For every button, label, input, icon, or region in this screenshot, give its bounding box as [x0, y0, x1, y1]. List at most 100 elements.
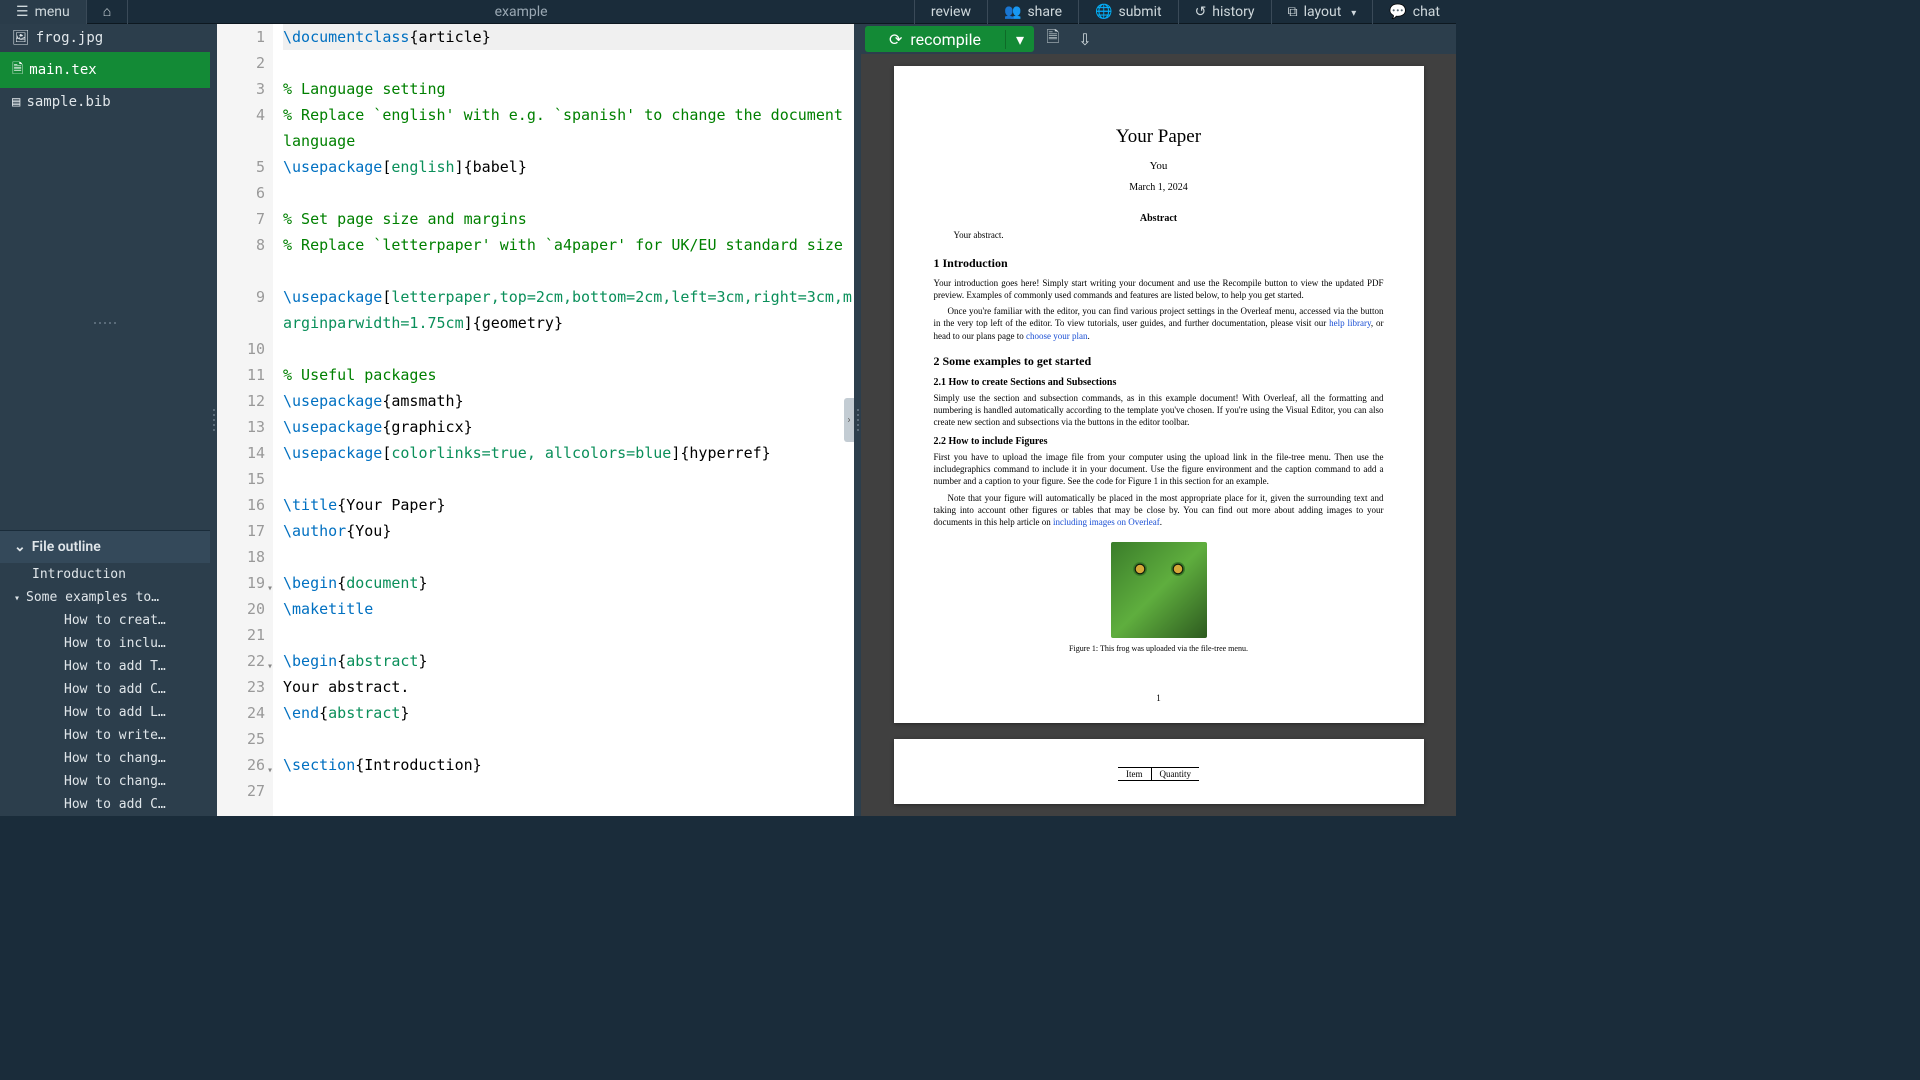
- download-button[interactable]: ⇩: [1072, 26, 1098, 52]
- file-item-main-tex[interactable]: 🗎main.tex: [0, 52, 210, 88]
- fold-marker[interactable]: ▾: [267, 654, 273, 680]
- fold-marker[interactable]: ▾: [267, 758, 273, 784]
- gutter-line: 20: [217, 596, 265, 622]
- pdf-paragraph: Once you're familiar with the editor, yo…: [934, 305, 1384, 341]
- fold-marker[interactable]: ▾: [267, 576, 273, 602]
- code-line[interactable]: % Language setting: [283, 76, 854, 102]
- gutter-line: 9: [217, 284, 265, 336]
- recompile-button[interactable]: ⟳ recompile: [865, 30, 1005, 49]
- menu-icon: ☰: [16, 4, 29, 20]
- vertical-splitter-right[interactable]: [854, 24, 861, 816]
- gutter-line: 25: [217, 726, 265, 752]
- project-title: example: [128, 4, 914, 20]
- outline-item[interactable]: How to add C…: [0, 793, 210, 816]
- recompile-dropdown[interactable]: ▾: [1005, 30, 1034, 49]
- chevron-down-icon: ⌄: [14, 539, 26, 555]
- pdf-link-choose-plan[interactable]: choose your plan: [1026, 331, 1087, 341]
- code-line[interactable]: \documentclass{article}: [283, 24, 854, 50]
- code-area[interactable]: \documentclass{article} % Language setti…: [273, 24, 854, 816]
- gutter-line: 7: [217, 206, 265, 232]
- pdf-section-2-heading: 2 Some examples to get started: [934, 354, 1384, 369]
- gutter-line: 11: [217, 362, 265, 388]
- outline-item[interactable]: How to add L…: [0, 701, 210, 724]
- code-line[interactable]: \maketitle: [283, 596, 854, 622]
- outline-header-label: File outline: [32, 539, 101, 555]
- chat-icon: 💬: [1389, 4, 1406, 20]
- review-button[interactable]: review: [914, 0, 987, 24]
- horizontal-splitter[interactable]: [0, 320, 210, 327]
- outline-item[interactable]: How to chang…: [0, 770, 210, 793]
- file-icon: 🗎: [1047, 26, 1060, 53]
- pdf-page-2: ItemQuantity: [894, 739, 1424, 804]
- gutter-line: 16: [217, 492, 265, 518]
- file-icon: 🗎: [12, 58, 23, 82]
- outline-item[interactable]: How to inclu…: [0, 632, 210, 655]
- editor-panel[interactable]: ‹ 12345678910111213141516171819▾202122▾2…: [217, 24, 854, 816]
- code-line[interactable]: [283, 778, 854, 804]
- code-line[interactable]: % Set page size and margins: [283, 206, 854, 232]
- outline-item[interactable]: Some examples to…: [0, 586, 210, 609]
- outline-item[interactable]: How to add C…: [0, 678, 210, 701]
- layout-icon: ⧉: [1288, 4, 1298, 20]
- code-line[interactable]: \author{You}: [283, 518, 854, 544]
- vertical-splitter-left[interactable]: [210, 24, 217, 816]
- recompile-label: recompile: [910, 30, 981, 49]
- outline-item[interactable]: How to write…: [0, 724, 210, 747]
- pdf-viewer[interactable]: Your Paper You March 1, 2024 Abstract Yo…: [861, 54, 1456, 816]
- code-line[interactable]: \usepackage[colorlinks=true, allcolors=b…: [283, 440, 854, 466]
- code-line[interactable]: \usepackage[english]{babel}: [283, 154, 854, 180]
- code-line[interactable]: \begin{document}: [283, 570, 854, 596]
- code-line[interactable]: Your abstract.: [283, 674, 854, 700]
- code-line[interactable]: \usepackage{amsmath}: [283, 388, 854, 414]
- code-line[interactable]: \usepackage[letterpaper,top=2cm,bottom=2…: [283, 284, 854, 336]
- pdf-abstract: Your abstract.: [934, 230, 1384, 240]
- history-button[interactable]: ↺history: [1178, 0, 1271, 24]
- pdf-link-images[interactable]: including images on Overleaf: [1053, 517, 1160, 527]
- code-line[interactable]: \title{Your Paper}: [283, 492, 854, 518]
- pdf-subsection-heading: 2.1 How to create Sections and Subsectio…: [934, 377, 1384, 388]
- chevron-down-icon: [1347, 4, 1356, 20]
- left-panel: 🖼frog.jpg🗎main.tex▤sample.bib ⌄ File out…: [0, 24, 210, 816]
- code-line[interactable]: [283, 466, 854, 492]
- pdf-figure: Figure 1: This frog was uploaded via the…: [934, 542, 1384, 653]
- pdf-toolbar: ⟳ recompile ▾ 🗎 ⇩: [861, 24, 1456, 54]
- history-icon: ↺: [1195, 4, 1207, 20]
- code-line[interactable]: \section{Introduction}: [283, 752, 854, 778]
- top-toolbar: ☰ menu ⌂ example review 👥share 🌐submit ↺…: [0, 0, 1456, 24]
- code-line[interactable]: [283, 180, 854, 206]
- pdf-paragraph: Your introduction goes here! Simply star…: [934, 277, 1384, 301]
- home-button[interactable]: ⌂: [87, 0, 128, 24]
- code-line[interactable]: % Useful packages: [283, 362, 854, 388]
- logs-button[interactable]: 🗎: [1040, 26, 1066, 52]
- file-name: sample.bib: [26, 94, 110, 110]
- code-line[interactable]: [283, 50, 854, 76]
- submit-button[interactable]: 🌐submit: [1078, 0, 1178, 24]
- code-line[interactable]: [283, 336, 854, 362]
- pdf-figure-caption: Figure 1: This frog was uploaded via the…: [934, 644, 1384, 653]
- code-line[interactable]: \begin{abstract}: [283, 648, 854, 674]
- chat-button[interactable]: 💬chat: [1372, 0, 1456, 24]
- code-line[interactable]: \end{abstract}: [283, 700, 854, 726]
- code-line[interactable]: [283, 622, 854, 648]
- menu-button[interactable]: ☰ menu: [0, 0, 87, 24]
- pdf-link-help-library[interactable]: help library: [1329, 318, 1371, 328]
- gutter-line: 15: [217, 466, 265, 492]
- file-item-frog-jpg[interactable]: 🖼frog.jpg: [0, 24, 210, 52]
- code-line[interactable]: [283, 726, 854, 752]
- code-line[interactable]: % Replace `letterpaper' with `a4paper' f…: [283, 232, 854, 284]
- code-line[interactable]: % Replace `english' with e.g. `spanish' …: [283, 102, 854, 154]
- share-button[interactable]: 👥share: [987, 0, 1078, 24]
- layout-button[interactable]: ⧉layout: [1271, 0, 1373, 24]
- pdf-page-number: 1: [934, 693, 1384, 703]
- collapse-right-handle[interactable]: ›: [844, 398, 854, 442]
- file-item-sample-bib[interactable]: ▤sample.bib: [0, 88, 210, 116]
- pdf-paragraph: Note that your figure will automatically…: [934, 492, 1384, 528]
- outline-item[interactable]: Introduction: [0, 563, 210, 586]
- outline-header[interactable]: ⌄ File outline: [0, 531, 210, 563]
- outline-item[interactable]: How to chang…: [0, 747, 210, 770]
- outline-item[interactable]: How to creat…: [0, 609, 210, 632]
- outline-item[interactable]: How to add T…: [0, 655, 210, 678]
- code-line[interactable]: [283, 544, 854, 570]
- code-line[interactable]: \usepackage{graphicx}: [283, 414, 854, 440]
- pdf-table: ItemQuantity: [1118, 767, 1199, 781]
